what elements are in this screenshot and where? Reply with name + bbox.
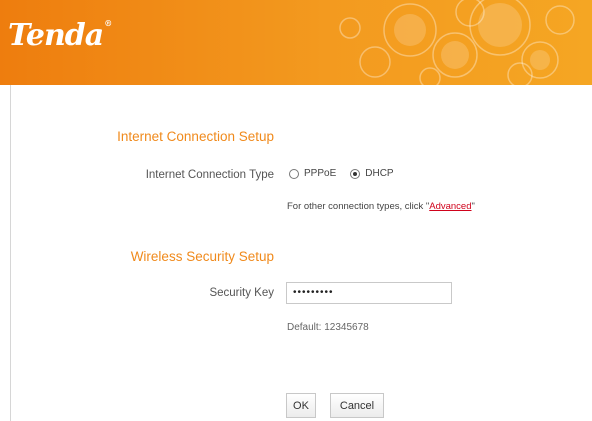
wireless-section-title: Wireless Security Setup	[130, 249, 274, 264]
cancel-button[interactable]: Cancel	[330, 393, 384, 418]
default-key-text: Default: 12345678	[287, 322, 369, 333]
hint-suffix: "	[471, 201, 475, 212]
dhcp-label: DHCP	[365, 168, 394, 179]
internet-section-title: Internet Connection Setup	[117, 129, 274, 144]
pppoe-radio[interactable]	[289, 168, 299, 179]
tenda-logo: Tenda®	[8, 18, 112, 53]
logo-registered-mark: ®	[104, 18, 112, 28]
header-banner: Tenda®	[0, 0, 592, 85]
connection-type-radio-group: PPPoE DHCP	[289, 168, 408, 179]
dhcp-radio[interactable]	[350, 168, 361, 179]
advanced-link[interactable]: Advanced	[429, 201, 471, 212]
security-key-label: Security Key	[209, 287, 274, 299]
pppoe-label: PPPoE	[304, 168, 337, 179]
left-divider	[10, 85, 11, 421]
hint-prefix: For other connection types, click "	[287, 201, 430, 212]
other-connection-hint: For other connection types, click "Advan…	[287, 201, 475, 212]
connection-type-label: Internet Connection Type	[145, 169, 274, 181]
logo-text: Tenda	[8, 18, 104, 53]
dhcp-option[interactable]: DHCP	[350, 168, 394, 179]
security-key-input[interactable]: •••••••••	[286, 282, 452, 304]
ok-button[interactable]: OK	[286, 393, 316, 418]
pppoe-option[interactable]: PPPoE	[289, 168, 336, 179]
